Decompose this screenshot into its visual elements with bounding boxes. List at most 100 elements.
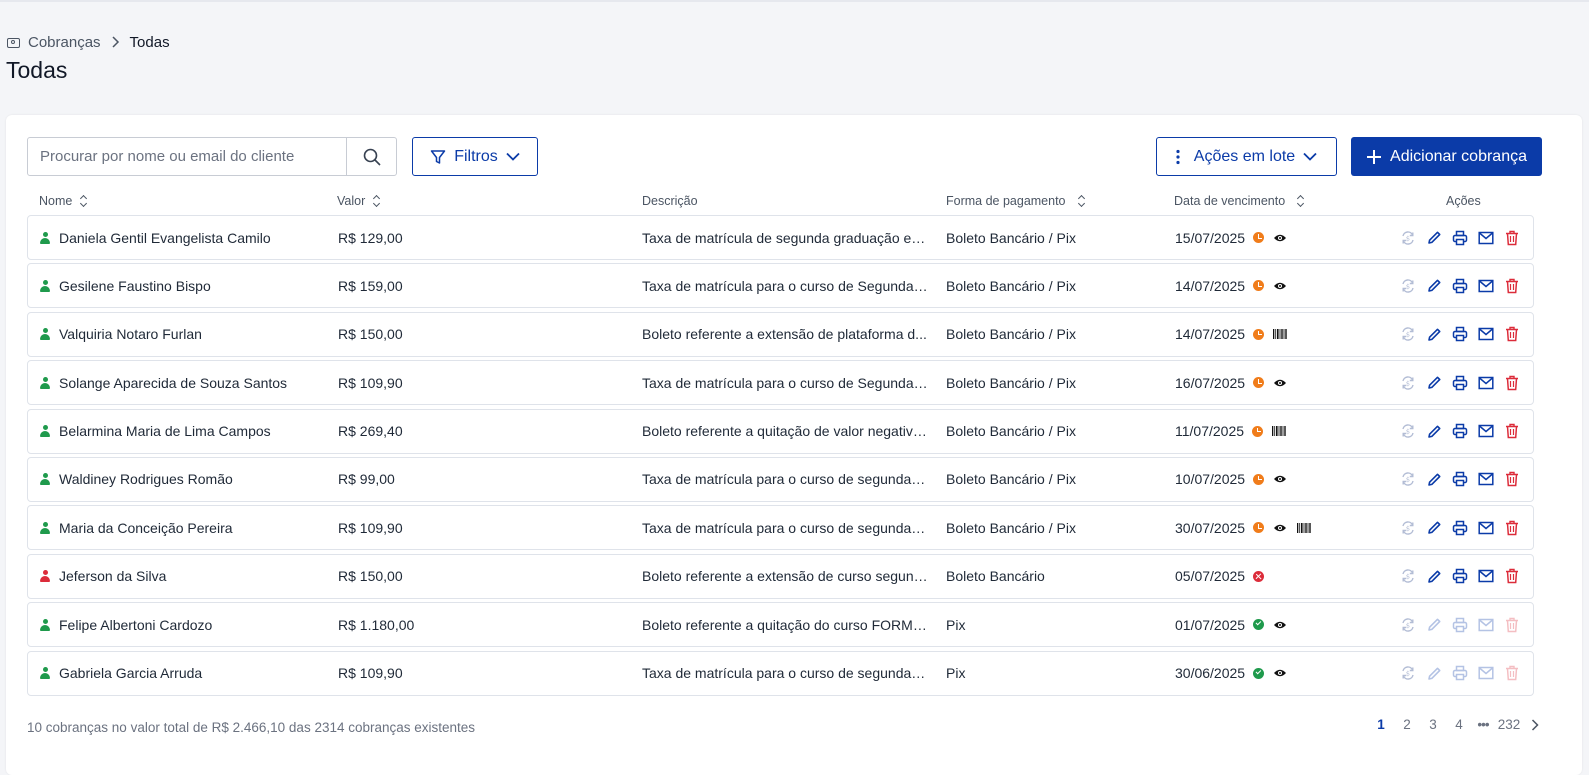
- delete-icon[interactable]: [1504, 423, 1520, 439]
- page-last[interactable]: 232: [1494, 717, 1524, 732]
- print-icon[interactable]: [1452, 471, 1468, 487]
- table-row[interactable]: Valquiria Notaro Furlan R$ 150,00 Boleto r…: [27, 311, 1534, 357]
- table-row[interactable]: Belarmina Maria de Lima Campos R$ 269,40 B…: [27, 408, 1534, 454]
- delete-icon[interactable]: [1504, 326, 1520, 342]
- resend-icon[interactable]: $: [1400, 617, 1416, 633]
- print-icon[interactable]: [1452, 278, 1468, 294]
- edit-icon[interactable]: [1426, 423, 1442, 439]
- print-icon[interactable]: [1452, 423, 1468, 439]
- print-icon[interactable]: [1452, 617, 1468, 633]
- delete-icon[interactable]: [1504, 375, 1520, 391]
- print-icon[interactable]: [1452, 326, 1468, 342]
- client-name[interactable]: Belarmina Maria de Lima Campos: [59, 423, 271, 439]
- view-icon[interactable]: [1272, 375, 1288, 391]
- edit-icon[interactable]: [1426, 278, 1442, 294]
- table-row[interactable]: Jeferson da Silva R$ 150,00 Boleto referen…: [27, 553, 1534, 599]
- table-row[interactable]: Gabriela Garcia Arruda R$ 109,90 Taxa de m…: [27, 650, 1534, 696]
- delete-icon[interactable]: [1504, 617, 1520, 633]
- next-page-icon[interactable]: [1524, 718, 1546, 731]
- view-icon[interactable]: [1272, 278, 1288, 294]
- client-name[interactable]: Jeferson da Silva: [59, 568, 166, 584]
- search-button[interactable]: [346, 138, 396, 175]
- edit-icon[interactable]: [1426, 520, 1442, 536]
- delete-icon[interactable]: [1504, 568, 1520, 584]
- resend-icon[interactable]: $: [1400, 423, 1416, 439]
- page-4[interactable]: 4: [1446, 717, 1472, 732]
- email-icon[interactable]: [1478, 471, 1494, 487]
- client-name[interactable]: Gabriela Garcia Arruda: [59, 665, 202, 681]
- edit-icon[interactable]: [1426, 617, 1442, 633]
- delete-icon[interactable]: [1504, 278, 1520, 294]
- resend-icon[interactable]: $: [1400, 665, 1416, 681]
- client-name[interactable]: Valquiria Notaro Furlan: [59, 326, 202, 342]
- page-2[interactable]: 2: [1394, 717, 1420, 732]
- edit-icon[interactable]: [1426, 230, 1442, 246]
- email-icon[interactable]: [1478, 375, 1494, 391]
- email-icon[interactable]: [1478, 326, 1494, 342]
- page-ellipsis[interactable]: •••: [1472, 717, 1494, 732]
- delete-icon[interactable]: [1504, 520, 1520, 536]
- table-row[interactable]: Felipe Albertoni Cardozo R$ 1.180,00 Bolet…: [27, 602, 1534, 648]
- table-row[interactable]: Solange Aparecida de Souza Santos R$ 109,…: [27, 360, 1534, 406]
- email-icon[interactable]: [1478, 520, 1494, 536]
- search-input[interactable]: [28, 138, 346, 175]
- resend-icon[interactable]: $: [1400, 520, 1416, 536]
- barcode-icon[interactable]: [1271, 423, 1287, 439]
- print-icon[interactable]: [1452, 568, 1468, 584]
- print-icon[interactable]: [1452, 520, 1468, 536]
- email-icon[interactable]: [1478, 230, 1494, 246]
- resend-icon[interactable]: $: [1400, 375, 1416, 391]
- email-icon[interactable]: [1478, 568, 1494, 584]
- view-icon[interactable]: [1272, 471, 1288, 487]
- resend-icon[interactable]: $: [1400, 230, 1416, 246]
- print-icon[interactable]: [1452, 665, 1468, 681]
- view-icon[interactable]: [1272, 617, 1288, 633]
- table-row[interactable]: Maria da Conceição Pereira R$ 109,90 Taxa …: [27, 505, 1534, 551]
- client-name[interactable]: Felipe Albertoni Cardozo: [59, 617, 212, 633]
- barcode-icon[interactable]: [1272, 326, 1288, 342]
- page-3[interactable]: 3: [1420, 717, 1446, 732]
- edit-icon[interactable]: [1426, 471, 1442, 487]
- client-name[interactable]: Waldiney Rodrigues Romão: [59, 471, 233, 487]
- print-icon[interactable]: [1452, 375, 1468, 391]
- chevron-down-icon: [506, 152, 520, 161]
- resend-icon[interactable]: $: [1400, 471, 1416, 487]
- delete-icon[interactable]: [1504, 230, 1520, 246]
- column-data[interactable]: Data de vencimento: [1174, 194, 1305, 208]
- client-name[interactable]: Daniela Gentil Evangelista Camilo: [59, 230, 271, 246]
- column-forma[interactable]: Forma de pagamento: [946, 194, 1086, 208]
- barcode-icon[interactable]: [1296, 520, 1312, 536]
- client-name[interactable]: Maria da Conceição Pereira: [59, 520, 233, 536]
- email-icon[interactable]: [1478, 617, 1494, 633]
- resend-icon[interactable]: $: [1400, 568, 1416, 584]
- filters-button[interactable]: Filtros: [412, 137, 538, 176]
- delete-icon[interactable]: [1504, 665, 1520, 681]
- add-charge-button[interactable]: Adicionar cobrança: [1351, 137, 1542, 176]
- edit-icon[interactable]: [1426, 665, 1442, 681]
- resend-icon[interactable]: $: [1400, 278, 1416, 294]
- view-icon[interactable]: [1272, 665, 1288, 681]
- email-icon[interactable]: [1478, 665, 1494, 681]
- resend-icon[interactable]: $: [1400, 326, 1416, 342]
- email-icon[interactable]: [1478, 278, 1494, 294]
- batch-actions-button[interactable]: Ações em lote: [1156, 137, 1337, 176]
- client-name[interactable]: Solange Aparecida de Souza Santos: [59, 375, 287, 391]
- print-icon[interactable]: [1452, 230, 1468, 246]
- view-icon[interactable]: [1272, 520, 1288, 536]
- page-1[interactable]: 1: [1368, 717, 1394, 732]
- table-row[interactable]: Waldiney Rodrigues Romão R$ 99,00 Taxa de …: [27, 456, 1534, 502]
- valor-cell: R$ 159,00: [338, 264, 403, 307]
- edit-icon[interactable]: [1426, 326, 1442, 342]
- breadcrumb-root[interactable]: Cobranças: [28, 34, 101, 51]
- edit-icon[interactable]: [1426, 375, 1442, 391]
- column-valor[interactable]: Valor: [337, 194, 381, 208]
- column-nome[interactable]: Nome: [39, 194, 88, 208]
- edit-icon[interactable]: [1426, 568, 1442, 584]
- client-name-cell: Valquiria Notaro Furlan: [40, 313, 202, 356]
- client-name[interactable]: Gesilene Faustino Bispo: [59, 278, 211, 294]
- view-icon[interactable]: [1272, 230, 1288, 246]
- delete-icon[interactable]: [1504, 471, 1520, 487]
- table-row[interactable]: Gesilene Faustino Bispo R$ 159,00 Taxa de …: [27, 263, 1534, 309]
- email-icon[interactable]: [1478, 423, 1494, 439]
- table-row[interactable]: Daniela Gentil Evangelista Camilo R$ 129,…: [27, 215, 1534, 260]
